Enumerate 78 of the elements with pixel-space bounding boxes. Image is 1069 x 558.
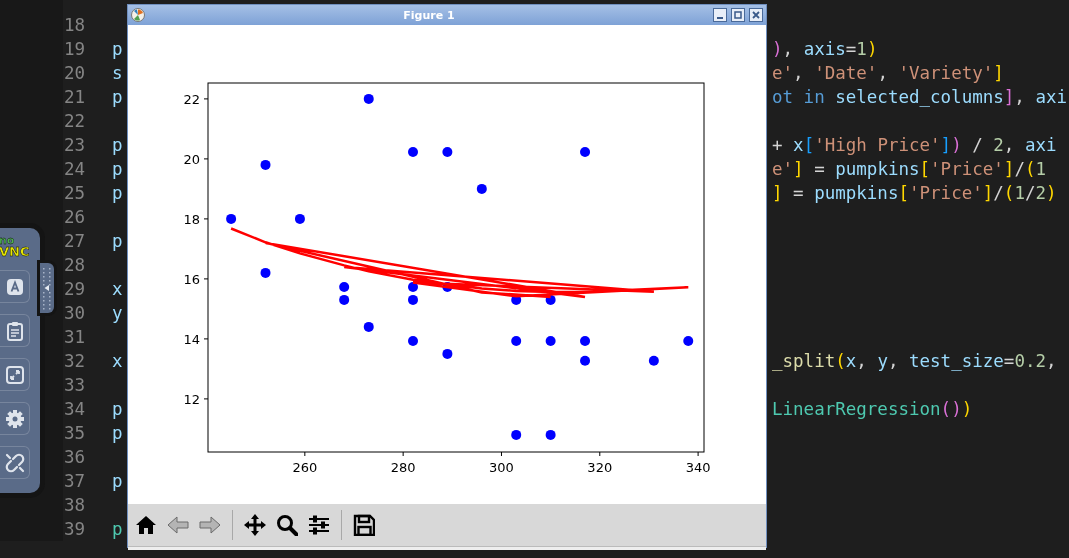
line-number: 35 <box>63 423 86 443</box>
code-line: x <box>112 351 123 371</box>
code-line: p <box>112 183 123 203</box>
line-number: 23 <box>63 135 86 155</box>
code-line: + x['High Price']) / 2, axi <box>772 135 1057 155</box>
code-line: x <box>112 279 123 299</box>
tick-label: 18 <box>183 211 200 227</box>
maximize-icon <box>734 11 742 19</box>
code-line: p <box>112 519 123 539</box>
configure-icon[interactable] <box>307 513 331 537</box>
line-number: 21 <box>63 87 86 107</box>
line-number: 26 <box>63 207 86 227</box>
logo-text: no <box>0 236 16 246</box>
settings-button[interactable] <box>0 402 30 435</box>
broken-link-icon <box>3 451 26 474</box>
close-icon <box>752 11 760 19</box>
window-title: Figure 1 <box>402 8 456 22</box>
code-line: ), axis=1) <box>772 39 878 59</box>
tick-label: 260 <box>292 460 318 475</box>
line-number: 38 <box>63 495 86 515</box>
line-number: 37 <box>63 471 86 491</box>
line-number: 33 <box>63 375 86 395</box>
code-line: ot in selected_columns], axi <box>772 87 1068 107</box>
pan-icon[interactable] <box>243 513 267 537</box>
tick-label: 12 <box>183 391 200 407</box>
line-number: 29 <box>63 279 86 299</box>
save-icon[interactable] <box>352 513 376 537</box>
tick-label: 22 <box>183 91 200 107</box>
line-number: 20 <box>63 63 86 83</box>
gear-icon <box>3 407 26 430</box>
line-number: 36 <box>63 447 86 467</box>
tick-label: 340 <box>685 460 711 475</box>
line-number: 31 <box>63 327 86 347</box>
code-line: p <box>112 471 123 491</box>
disconnect-button[interactable] <box>0 446 30 479</box>
clipboard-button[interactable] <box>0 314 30 347</box>
code-line: p <box>112 423 123 443</box>
code-line: _split(x, y, test_size=0.2, <box>772 351 1057 371</box>
code-line: s <box>112 63 123 83</box>
line-number: 19 <box>63 39 86 59</box>
tick-label: 14 <box>183 331 200 347</box>
code-line: LinearRegression()) <box>772 399 973 419</box>
line-number: 39 <box>63 519 86 539</box>
code-line: p <box>112 159 123 179</box>
tick-label: 20 <box>183 151 200 167</box>
code-line: e'] = pumpkins['Price']/(1 <box>772 159 1047 179</box>
tick-label: 320 <box>587 460 613 475</box>
tick-label: 16 <box>183 271 200 287</box>
tick-label: 280 <box>390 460 416 475</box>
line-number: 27 <box>63 231 86 251</box>
fullscreen-button[interactable] <box>0 358 30 391</box>
minimize-button[interactable] <box>713 8 727 22</box>
caret-icon <box>42 266 52 310</box>
close-button[interactable] <box>749 8 763 22</box>
app-icon <box>131 8 145 22</box>
tick-label: 300 <box>489 460 514 475</box>
line-number: 34 <box>63 399 86 419</box>
line-number: 24 <box>63 159 86 179</box>
maximize-button[interactable] <box>731 8 745 22</box>
zoom-icon[interactable] <box>275 513 299 537</box>
keyboard-button[interactable] <box>0 270 30 303</box>
code-line: p <box>112 87 123 107</box>
line-number: 22 <box>63 111 86 131</box>
code-line: p <box>112 135 123 155</box>
code-line: ] = pumpkins['Price']/(1/2) <box>772 183 1057 203</box>
fullscreen-icon <box>3 363 26 386</box>
line-number: 30 <box>63 303 86 323</box>
code-line: p <box>112 39 123 59</box>
line-number: 32 <box>63 351 86 371</box>
code-line: y <box>112 303 123 323</box>
home-icon[interactable] <box>134 513 158 537</box>
code-line: e', 'Date', 'Variety'] <box>772 63 1004 83</box>
code-line: p <box>112 231 123 251</box>
line-number: 28 <box>63 255 86 275</box>
panel-handle[interactable] <box>40 263 54 313</box>
line-number: 18 <box>63 15 86 35</box>
line-number: 25 <box>63 183 86 203</box>
code-line: p <box>112 399 123 419</box>
